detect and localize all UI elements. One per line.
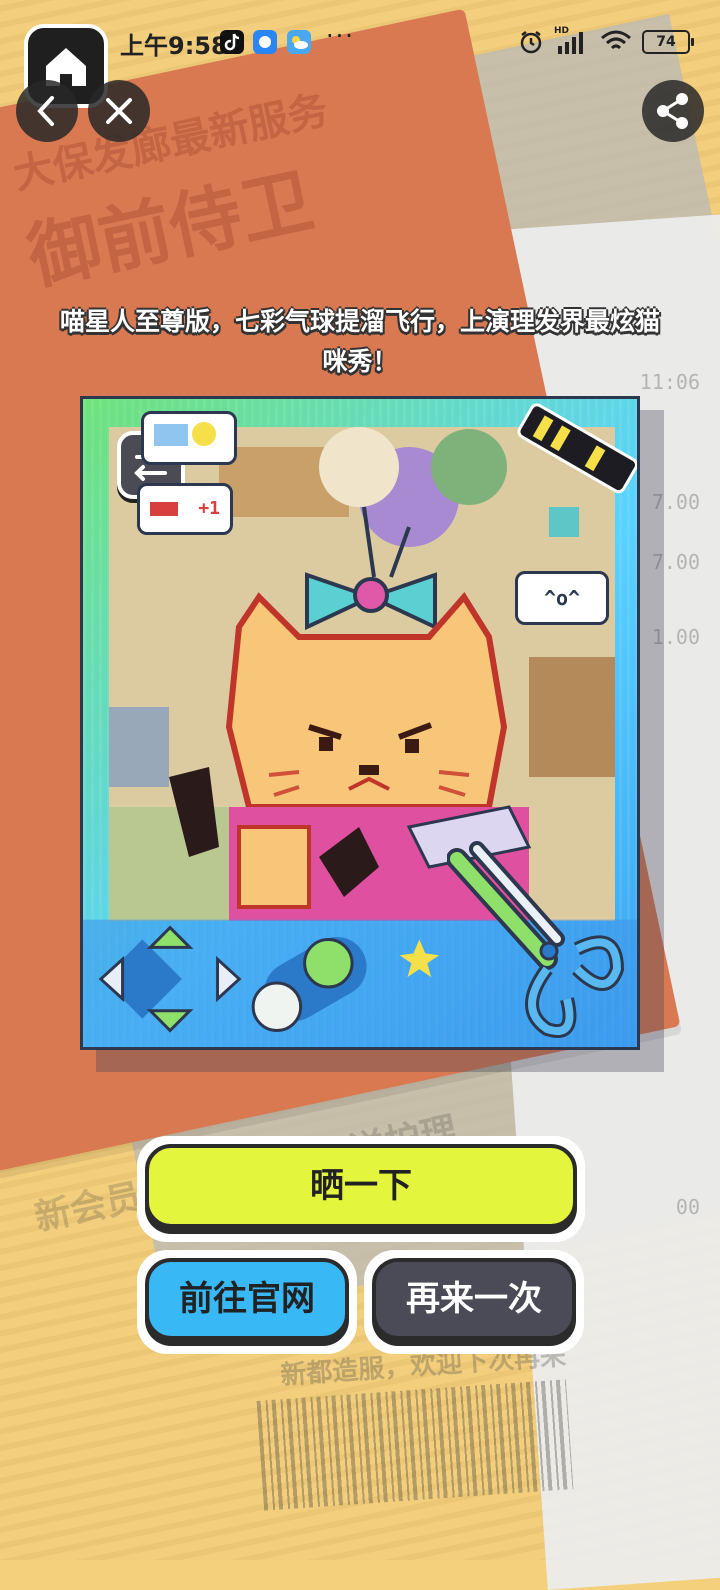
signal-icon: HD — [554, 26, 590, 54]
close-button[interactable] — [88, 80, 150, 142]
wifi-icon — [601, 30, 631, 50]
weather-icon — [287, 30, 311, 54]
back-button[interactable] — [16, 80, 78, 142]
more-notifications: ··· — [326, 22, 355, 50]
emote-bubble: ^o^ — [515, 571, 609, 625]
chevron-left-icon — [37, 96, 54, 126]
barcode — [256, 1379, 574, 1511]
result-card: +1 ^o^ — [80, 396, 640, 1050]
battery-indicator: 74 — [642, 30, 694, 54]
alarm-icon — [520, 31, 542, 54]
share-button[interactable] — [642, 80, 704, 142]
receipt-line: 00 — [675, 1195, 700, 1219]
chat-app-icon — [253, 30, 277, 54]
visit-website-button[interactable]: 前往官网 — [145, 1258, 349, 1340]
clock: 上午9:58 — [120, 32, 228, 60]
play-again-button[interactable]: 再来一次 — [372, 1258, 576, 1340]
share-result-button[interactable]: 晒一下 — [145, 1144, 577, 1228]
tiktok-icon — [220, 30, 244, 54]
status-bar: 上午9:58 ··· HD 74 — [0, 0, 720, 80]
scissors-icon — [447, 841, 625, 1038]
plus-one-bubble: +1 — [137, 483, 233, 535]
result-description: 喵星人至尊版，七彩气球提溜飞行，上演理发界最炫猫咪秀！ — [60, 307, 661, 376]
status-icons: HD 74 — [518, 26, 694, 56]
close-icon — [106, 98, 132, 124]
share-icon — [657, 93, 688, 129]
balloon-bubble — [141, 411, 237, 465]
minus-bar — [150, 502, 178, 516]
sunglasses-icon — [517, 403, 637, 494]
